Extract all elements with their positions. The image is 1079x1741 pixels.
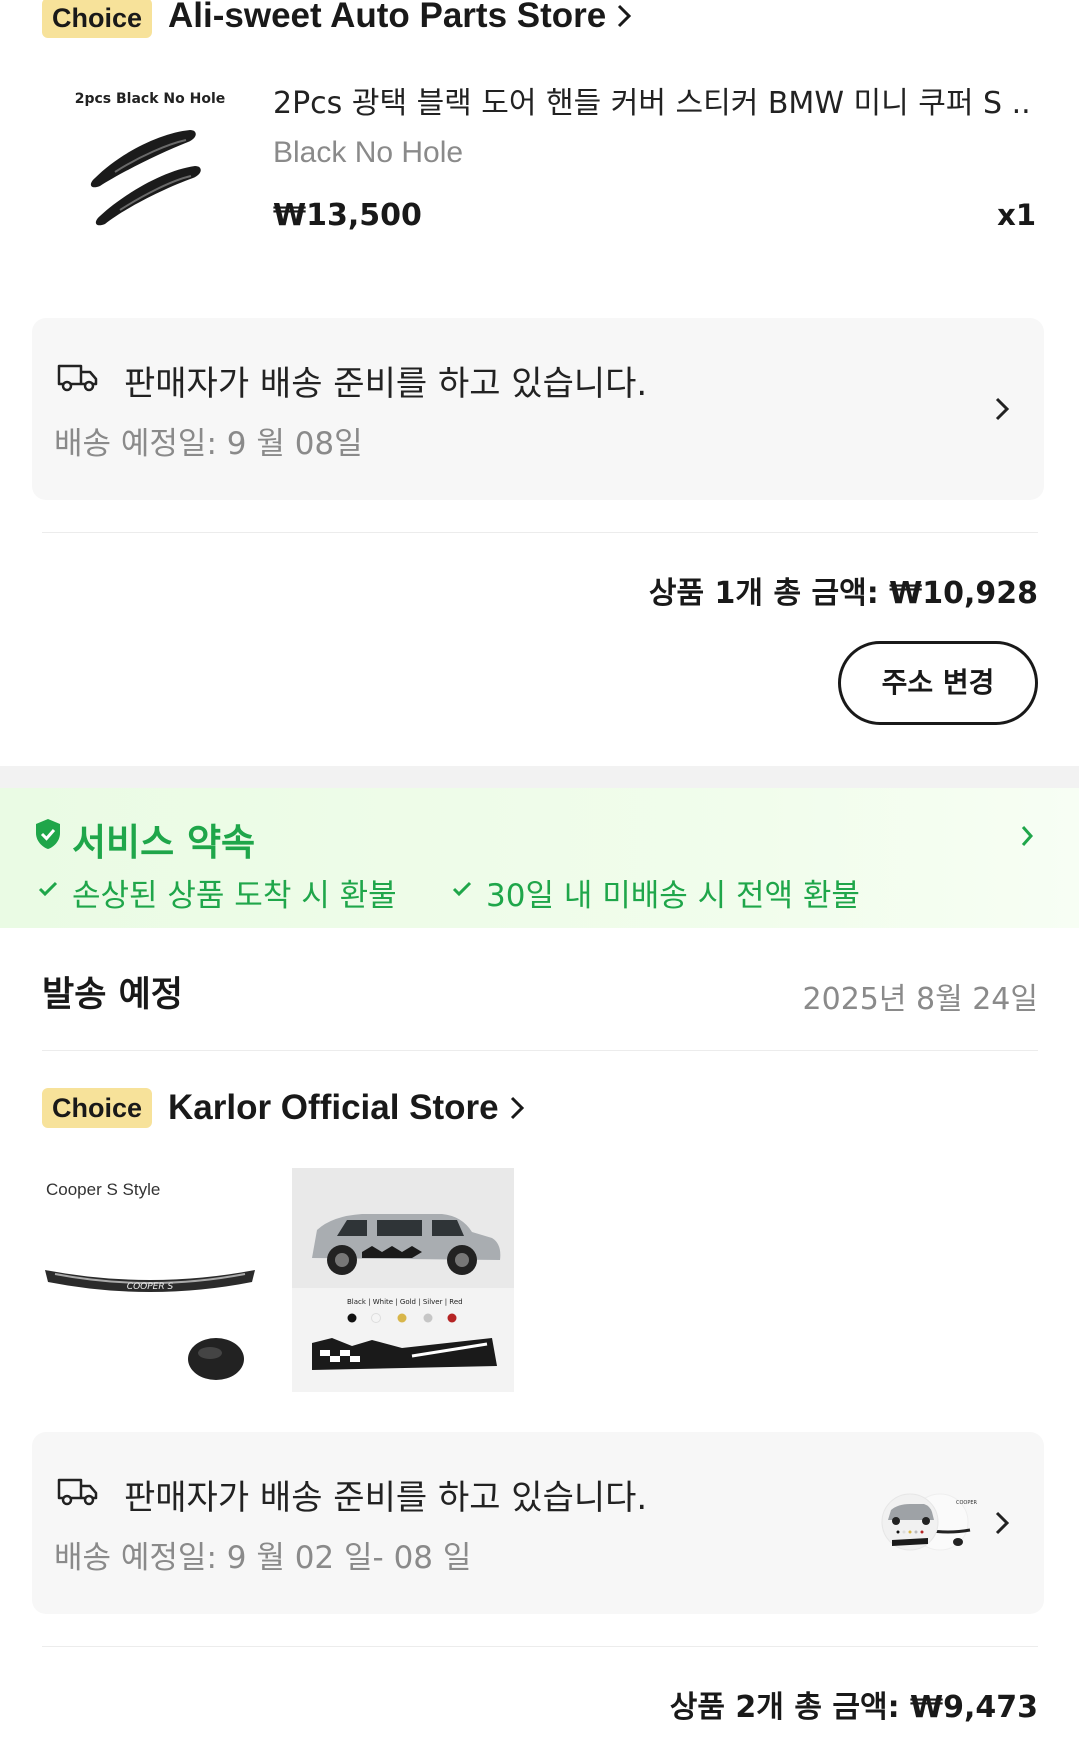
svg-text:COOPER S: COOPER S bbox=[127, 1282, 174, 1292]
product-title[interactable]: 2Pcs 광택 블랙 도어 핸들 커버 스티커 BMW 미니 쿠퍼 S ... bbox=[273, 78, 1033, 122]
store-name-link[interactable]: Karlor Official Store bbox=[168, 1088, 525, 1130]
product-thumbnail[interactable]: Cooper S Style COOPER S bbox=[40, 1170, 260, 1390]
check-icon bbox=[38, 881, 58, 901]
store-name: Ali-sweet Auto Parts Store bbox=[168, 0, 607, 35]
chevron-right-icon bbox=[994, 396, 1010, 426]
product-image-caption: 2pcs Black No Hole bbox=[74, 91, 226, 107]
shipping-eta: 배송 예정일: 9 월 02 일- 08 일 bbox=[54, 1540, 472, 1576]
service-item: 30일 내 미배송 시 전액 환불 bbox=[486, 878, 860, 914]
store-name: Karlor Official Store bbox=[168, 1088, 499, 1127]
chevron-right-icon bbox=[509, 1090, 525, 1130]
svg-text:COOPER: COOPER bbox=[956, 1500, 978, 1506]
svg-text:Black | White | Gold | Silver: Black | White | Gold | Silver | Red bbox=[347, 1298, 463, 1306]
choice-badge: Choice bbox=[42, 0, 153, 38]
product-image[interactable]: 2pcs Black No Hole bbox=[60, 78, 240, 238]
change-address-button[interactable]: 주소 변경 bbox=[838, 641, 1038, 725]
choice-badge: Choice bbox=[42, 1088, 153, 1128]
truck-icon bbox=[56, 358, 100, 398]
product-variant: Black No Hole bbox=[273, 136, 464, 169]
product-mini-thumbnails: COOPER bbox=[878, 1490, 978, 1554]
divider bbox=[42, 1050, 1038, 1051]
truck-icon bbox=[56, 1472, 100, 1512]
service-promise-title: 서비스 약속 bbox=[72, 821, 256, 864]
service-item: 손상된 상품 도착 시 환불 bbox=[72, 878, 397, 914]
divider bbox=[42, 1646, 1038, 1647]
order-total: 상품 1개 총 금액: ₩10,928 bbox=[648, 576, 1038, 611]
shipping-status-text: 판매자가 배송 준비를 하고 있습니다. bbox=[124, 364, 648, 404]
product-price: ₩13,500 bbox=[273, 198, 422, 233]
dispatch-label: 발송 예정 bbox=[42, 975, 183, 1015]
check-icon bbox=[452, 881, 472, 901]
chevron-right-icon bbox=[1020, 824, 1034, 852]
product-thumbnail[interactable]: Black | White | Gold | Silver | Red bbox=[292, 1168, 514, 1392]
shield-check-icon bbox=[34, 818, 62, 854]
shipping-eta: 배송 예정일: 9 월 08일 bbox=[54, 426, 363, 462]
dispatch-date: 2025년 8월 24일 bbox=[802, 982, 1038, 1017]
section-separator bbox=[0, 766, 1079, 788]
shipping-status-text: 판매자가 배송 준비를 하고 있습니다. bbox=[124, 1478, 648, 1518]
service-promise-banner[interactable]: 서비스 약속 손상된 상품 도착 시 환불 30일 내 미배송 시 전액 환불 bbox=[0, 788, 1079, 928]
shipping-status-card[interactable]: 판매자가 배송 준비를 하고 있습니다. 배송 예정일: 9 월 08일 bbox=[32, 318, 1044, 500]
divider bbox=[42, 532, 1038, 533]
shipping-status-card[interactable]: 판매자가 배송 준비를 하고 있습니다. 배송 예정일: 9 월 02 일- 0… bbox=[32, 1432, 1044, 1614]
chevron-right-icon bbox=[994, 1510, 1010, 1540]
order-total: 상품 2개 총 금액: ₩9,473 bbox=[669, 1690, 1038, 1725]
chevron-right-icon bbox=[616, 0, 632, 38]
store-name-link[interactable]: Ali-sweet Auto Parts Store bbox=[168, 0, 632, 38]
product-quantity: x1 bbox=[997, 198, 1036, 232]
